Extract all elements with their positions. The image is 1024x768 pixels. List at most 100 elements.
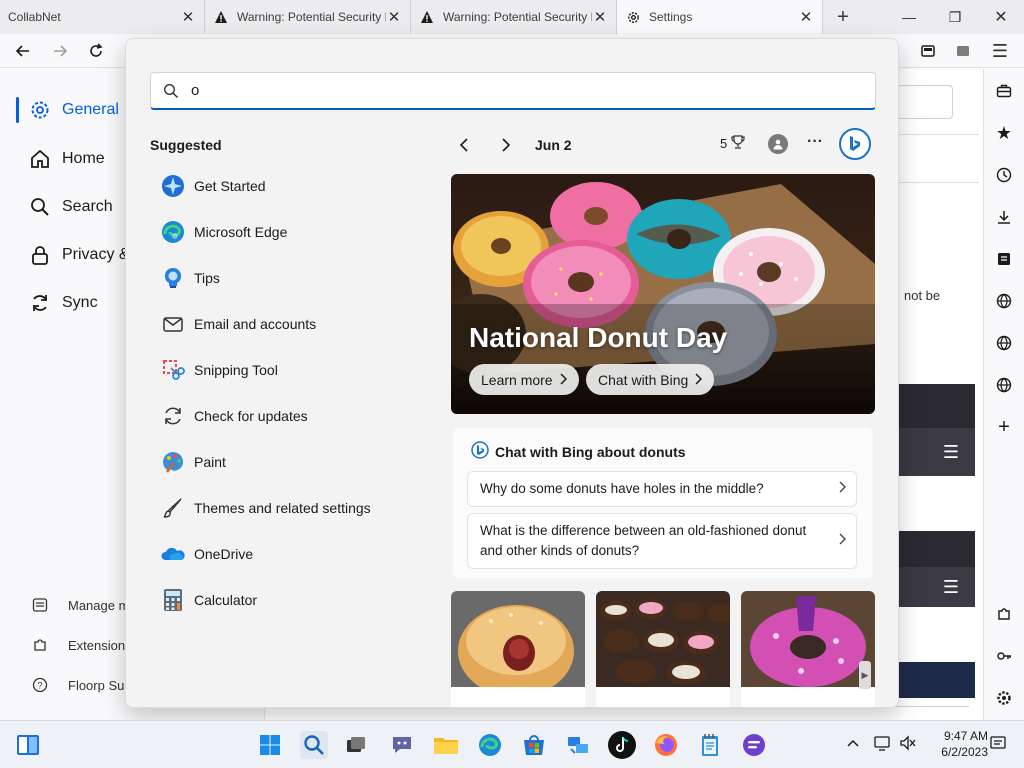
tiktok-icon[interactable] xyxy=(608,731,636,759)
tab-collabnet[interactable]: CollabNet ✕ xyxy=(0,0,205,34)
chat-question[interactable]: Why do some donuts have holes in the mid… xyxy=(467,471,857,507)
suggestion-onedrive[interactable]: OneDrive xyxy=(160,539,253,569)
suggestion-paint[interactable]: Paint xyxy=(160,447,226,477)
points-value: 5 xyxy=(720,136,728,151)
network-icon[interactable] xyxy=(874,735,892,754)
donut-thumbnail-1[interactable] xyxy=(451,591,585,687)
find-in-settings-input[interactable] xyxy=(897,85,953,119)
nav-item-general[interactable]: General xyxy=(28,98,119,122)
menu-icon[interactable]: ☰ xyxy=(987,38,1013,64)
history-icon[interactable] xyxy=(992,163,1016,187)
search-input[interactable] xyxy=(191,82,791,99)
suggestion-calculator[interactable]: Calculator xyxy=(160,585,257,615)
key-icon[interactable] xyxy=(992,644,1016,668)
nav-item-home[interactable]: Home xyxy=(28,147,105,171)
file-explorer-icon[interactable] xyxy=(432,731,460,759)
theme-preview-dark-3[interactable] xyxy=(899,662,975,698)
add-panel-icon[interactable]: + xyxy=(992,415,1016,439)
bookmarks-icon[interactable]: ★ xyxy=(992,121,1016,145)
suggestion-themes[interactable]: Themes and related settings xyxy=(160,493,371,523)
snipping-tool-icon xyxy=(160,357,186,383)
puzzle-icon[interactable] xyxy=(992,602,1016,626)
tab-title: Warning: Potential Security Risk Ahead xyxy=(237,10,386,24)
learn-more-button[interactable]: Learn more xyxy=(469,364,579,395)
chat-question[interactable]: What is the difference between an old-fa… xyxy=(467,513,857,569)
suggestion-microsoft-edge[interactable]: Microsoft Edge xyxy=(160,217,287,247)
gear-icon xyxy=(28,98,52,122)
close-icon[interactable]: ✕ xyxy=(386,8,402,26)
rewards-points[interactable]: 5 xyxy=(720,135,745,152)
new-tab-button[interactable]: + xyxy=(823,0,863,34)
close-icon[interactable]: ✕ xyxy=(180,8,196,26)
volume-muted-icon[interactable] xyxy=(899,735,917,754)
notepad-icon[interactable] xyxy=(696,731,724,759)
search-icon[interactable] xyxy=(300,731,328,759)
brush-icon xyxy=(160,495,186,521)
minimize-icon[interactable]: — xyxy=(886,0,932,34)
suggestion-label: Tips xyxy=(194,270,220,286)
reader-view-icon[interactable] xyxy=(915,38,941,64)
briefcase-icon[interactable] xyxy=(992,79,1016,103)
tab-title: Settings xyxy=(649,10,693,24)
teams-chat-icon[interactable] xyxy=(388,731,416,759)
more-options-icon[interactable]: ··· xyxy=(807,133,823,151)
divider xyxy=(897,134,979,135)
hero-card[interactable]: National Donut Day Learn more Chat with … xyxy=(451,174,875,414)
theme-preview-dark[interactable]: ☰ xyxy=(899,384,975,476)
edge-icon[interactable] xyxy=(476,731,504,759)
suggestion-label: Themes and related settings xyxy=(194,500,371,516)
gear-icon[interactable] xyxy=(992,686,1016,710)
web-panel-icon[interactable] xyxy=(992,289,1016,313)
menu-icon: ☰ xyxy=(942,577,959,597)
suggestion-get-started[interactable]: Get Started xyxy=(160,171,266,201)
donut-thumbnail-3[interactable] xyxy=(741,591,875,687)
store-icon[interactable] xyxy=(520,731,548,759)
show-hidden-icons[interactable] xyxy=(846,735,860,751)
theme-preview-dark-2[interactable]: ☰ xyxy=(899,531,975,607)
avatar[interactable] xyxy=(768,134,788,154)
start-icon[interactable] xyxy=(256,731,284,759)
restore-icon[interactable]: ❐ xyxy=(932,0,978,34)
remote-connection-icon[interactable] xyxy=(564,731,592,759)
suggestion-tips[interactable]: Tips xyxy=(160,263,220,293)
clock[interactable]: 9:47 AM 6/2/2023 xyxy=(928,728,988,760)
windows-taskbar: 9:47 AM 6/2/2023 xyxy=(0,720,1024,768)
tab-security-warning-2[interactable]: Warning: Potential Security Risk Ahead ✕ xyxy=(411,0,617,34)
thumbnail-caption xyxy=(596,687,730,707)
tab-settings[interactable]: Settings ✕ xyxy=(617,0,823,34)
notes-icon[interactable] xyxy=(992,247,1016,271)
task-view-icon[interactable] xyxy=(342,731,370,759)
web-panel-icon[interactable] xyxy=(992,331,1016,355)
tab-security-warning-1[interactable]: Warning: Potential Security Risk Ahead ✕ xyxy=(205,0,411,34)
suggestion-snipping-tool[interactable]: Snipping Tool xyxy=(160,355,278,385)
web-panel-icon[interactable] xyxy=(992,373,1016,397)
nav-item-search[interactable]: Search xyxy=(28,195,113,219)
next-day-button[interactable] xyxy=(500,133,512,157)
theme-preview-bar xyxy=(899,567,975,607)
suggestion-check-updates[interactable]: Check for updates xyxy=(160,401,308,431)
close-icon[interactable]: ✕ xyxy=(798,8,814,26)
bing-icon[interactable] xyxy=(839,128,871,160)
suggestion-label: Email and accounts xyxy=(194,316,317,332)
forward-icon[interactable] xyxy=(47,38,73,64)
reload-icon[interactable] xyxy=(83,38,109,64)
nav-item-sync[interactable]: Sync xyxy=(28,291,98,315)
firefox-icon[interactable] xyxy=(652,731,680,759)
thumbnail-caption xyxy=(741,687,875,707)
back-icon[interactable] xyxy=(10,38,36,64)
widgets-icon[interactable] xyxy=(14,731,42,759)
notification-icon[interactable] xyxy=(990,735,1006,754)
close-window-icon[interactable]: ✕ xyxy=(978,0,1024,34)
warning-icon xyxy=(213,9,229,25)
suggestion-email-accounts[interactable]: Email and accounts xyxy=(160,309,316,339)
chat-with-bing-button[interactable]: Chat with Bing xyxy=(586,364,715,395)
close-icon[interactable]: ✕ xyxy=(592,8,608,26)
donut-thumbnail-2[interactable] xyxy=(596,591,730,687)
search-box[interactable] xyxy=(150,72,876,110)
prev-day-button[interactable] xyxy=(458,133,470,157)
scroll-right-button[interactable]: ▶ xyxy=(859,661,871,689)
active-indicator xyxy=(16,97,19,123)
containers-icon[interactable] xyxy=(950,38,976,64)
download-icon[interactable] xyxy=(992,205,1016,229)
floorp-icon[interactable] xyxy=(740,731,768,759)
